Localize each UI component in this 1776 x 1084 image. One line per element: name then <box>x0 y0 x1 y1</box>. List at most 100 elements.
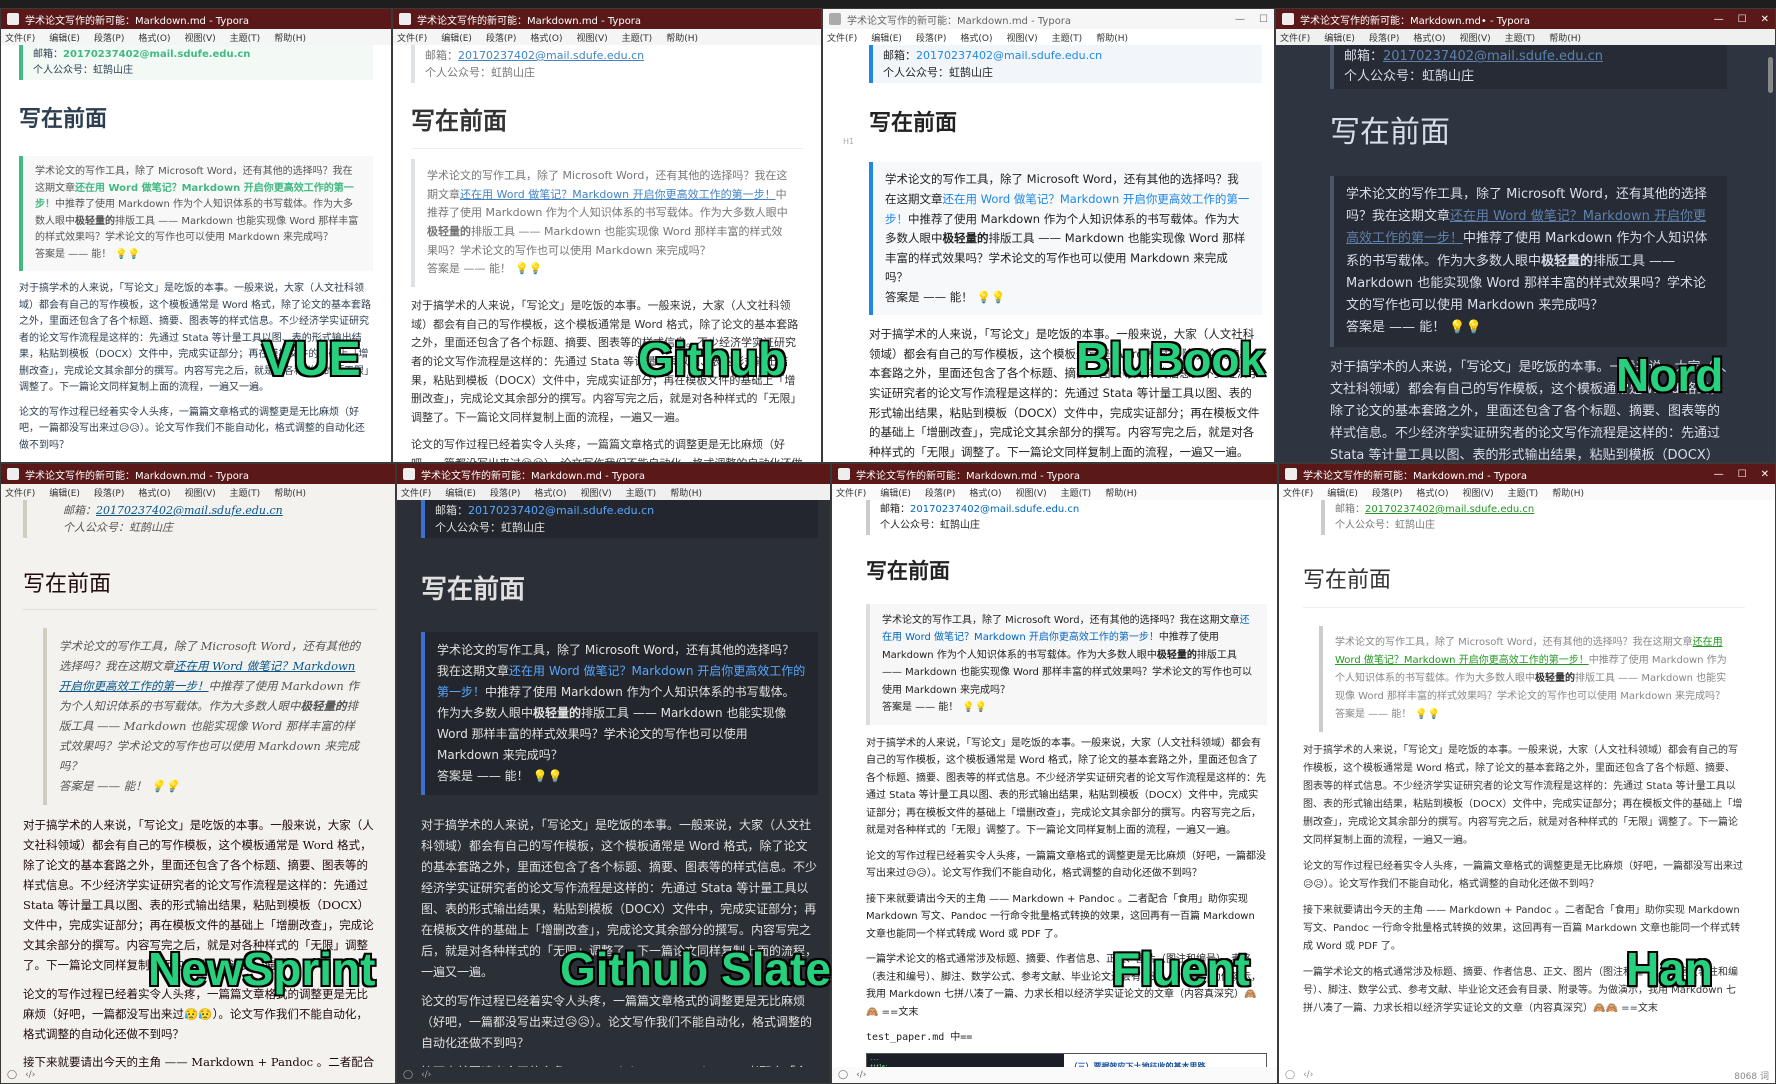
menu-format[interactable]: 格式(O) <box>1416 486 1448 499</box>
menu-view[interactable]: 视图(V) <box>1015 486 1046 499</box>
menu-paragraph[interactable]: 段落(P) <box>94 31 124 44</box>
menu-bar: 文件(F) 编辑(E) 段落(P) 格式(O) 视图(V) 主题(T) 帮助(H… <box>397 484 830 500</box>
menu-file[interactable]: 文件(F) <box>827 31 857 44</box>
menu-view[interactable]: 视图(V) <box>576 31 607 44</box>
editor-content[interactable]: 邮箱：20170237402@mail.sdufe.edu.cn 个人公众号：虹… <box>397 500 830 1083</box>
editor-content[interactable]: 邮箱：20170237402@mail.sdufe.edu.cn 个人公众号：虹… <box>823 45 1274 462</box>
bulb-icons: 💡💡 <box>515 262 543 276</box>
menu-view[interactable]: 视图(V) <box>580 486 611 499</box>
editor-content[interactable]: 邮箱：20170237402@mail.sdufe.edu.cn 个人公众号：虹… <box>1 45 391 462</box>
paragraph-2: 论文的写作过程已经着实令人头疼，一篇篇文章格式的调整更是无比麻烦（好吧，一篇都没… <box>866 850 1266 880</box>
menu-file[interactable]: 文件(F) <box>1280 31 1310 44</box>
email-link[interactable]: 20170237402@mail.sdufe.edu.cn <box>916 49 1102 62</box>
editor-content[interactable]: 邮箱：20170237402@mail.sdufe.edu.cn 个人公众号：虹… <box>1279 500 1775 1083</box>
menu-file[interactable]: 文件(F) <box>397 31 427 44</box>
menu-format[interactable]: 格式(O) <box>534 486 566 499</box>
menu-file[interactable]: 文件(F) <box>5 31 35 44</box>
menu-edit[interactable]: 编辑(E) <box>871 31 902 44</box>
word-count[interactable]: 8068 词 <box>1734 1069 1769 1082</box>
email-link[interactable]: 20170237402@mail.sdufe.edu.cn <box>468 504 654 517</box>
menu-paragraph[interactable]: 段落(P) <box>916 31 946 44</box>
menu-help[interactable]: 帮助(H) <box>274 31 306 44</box>
minimize-icon[interactable]: — <box>1714 469 1724 480</box>
sidebar-toggle-icon[interactable]: ◯ <box>7 1070 17 1080</box>
maximize-icon[interactable]: ☐ <box>1259 14 1268 25</box>
menu-view[interactable]: 视图(V) <box>1006 31 1037 44</box>
paragraph-1: 对于搞学术的人来说，「写论文」是吃饭的本事。一般来说，大家（人文社科领域）都会有… <box>1303 744 1743 846</box>
email-link[interactable]: 20170237402@mail.sdufe.edu.cn <box>96 504 283 517</box>
bulb-icons: 💡💡 <box>532 768 563 783</box>
menu-paragraph[interactable]: 段落(P) <box>1372 486 1402 499</box>
menu-theme[interactable]: 主题(T) <box>230 486 261 499</box>
menu-edit[interactable]: 编辑(E) <box>1324 31 1355 44</box>
menu-theme[interactable]: 主题(T) <box>230 31 261 44</box>
menu-edit[interactable]: 编辑(E) <box>441 31 472 44</box>
editor-content[interactable]: 邮箱：20170237402@mail.sdufe.edu.cn 个人公众号：虹… <box>1 500 395 1083</box>
menu-theme[interactable]: 主题(T) <box>626 486 657 499</box>
editor-content[interactable]: 邮箱：20170237402@mail.sdufe.edu.cn 个人公众号：虹… <box>832 500 1277 1083</box>
menu-bar: 文件(F) 编辑(E) 段落(P) 格式(O) 视图(V) 主题(T) 帮助(H… <box>1279 484 1775 500</box>
menu-format[interactable]: 格式(O) <box>138 486 170 499</box>
menu-paragraph[interactable]: 段落(P) <box>1369 31 1399 44</box>
menu-theme[interactable]: 主题(T) <box>622 31 653 44</box>
menu-help[interactable]: 帮助(H) <box>1105 486 1137 499</box>
menu-help[interactable]: 帮助(H) <box>666 31 698 44</box>
source-mode-icon[interactable]: ‹/› <box>421 1070 431 1080</box>
menu-paragraph[interactable]: 段落(P) <box>94 486 124 499</box>
menu-view[interactable]: 视图(V) <box>1459 31 1490 44</box>
theme-label-newsprint: NewSprint <box>147 943 376 995</box>
sidebar-toggle-icon[interactable]: ◯ <box>1285 1070 1295 1080</box>
menu-paragraph[interactable]: 段落(P) <box>486 31 516 44</box>
menu-file[interactable]: 文件(F) <box>836 486 866 499</box>
menu-edit[interactable]: 编辑(E) <box>49 486 80 499</box>
menu-file[interactable]: 文件(F) <box>5 486 35 499</box>
menu-edit[interactable]: 编辑(E) <box>445 486 476 499</box>
email-link[interactable]: 20170237402@mail.sdufe.edu.cn <box>910 504 1079 515</box>
menu-format[interactable]: 格式(O) <box>1413 31 1445 44</box>
email-link[interactable]: 20170237402@mail.sdufe.edu.cn <box>1365 504 1534 515</box>
close-icon[interactable]: ✕ <box>1761 14 1769 25</box>
source-mode-icon[interactable]: ‹/› <box>1303 1070 1313 1080</box>
menu-help[interactable]: 帮助(H) <box>670 486 702 499</box>
source-mode-icon[interactable]: ‹/› <box>856 1070 866 1080</box>
menu-theme[interactable]: 主题(T) <box>1508 486 1539 499</box>
menu-paragraph[interactable]: 段落(P) <box>490 486 520 499</box>
minimize-icon[interactable]: — <box>1714 14 1724 25</box>
maximize-icon[interactable]: ☐ <box>1738 469 1747 480</box>
menu-help[interactable]: 帮助(H) <box>1096 31 1128 44</box>
menu-view[interactable]: 视图(V) <box>1462 486 1493 499</box>
menu-theme[interactable]: 主题(T) <box>1061 486 1092 499</box>
menu-format[interactable]: 格式(O) <box>138 31 170 44</box>
email-link[interactable]: 20170237402@mail.sdufe.edu.cn <box>63 49 250 60</box>
sidebar-toggle-icon[interactable]: ◯ <box>838 1070 848 1080</box>
close-icon[interactable]: ✕ <box>1761 469 1769 480</box>
maximize-icon[interactable]: ☐ <box>1738 14 1747 25</box>
menu-edit[interactable]: 编辑(E) <box>1327 486 1358 499</box>
minimize-icon[interactable]: — <box>1235 14 1245 25</box>
menu-theme[interactable]: 主题(T) <box>1052 31 1083 44</box>
menu-format[interactable]: 格式(O) <box>969 486 1001 499</box>
menu-file[interactable]: 文件(F) <box>401 486 431 499</box>
menu-format[interactable]: 格式(O) <box>530 31 562 44</box>
menu-paragraph[interactable]: 段落(P) <box>925 486 955 499</box>
menu-edit[interactable]: 编辑(E) <box>49 31 80 44</box>
email-link[interactable]: 20170237402@mail.sdufe.edu.cn <box>458 49 644 62</box>
menu-view[interactable]: 视图(V) <box>184 31 215 44</box>
menu-format[interactable]: 格式(O) <box>960 31 992 44</box>
quote-link[interactable]: 还在用 Word 做笔记？Markdown 开启你更高效工作的第一步！ <box>460 188 776 201</box>
email-link[interactable]: 20170237402@mail.sdufe.edu.cn <box>1383 49 1603 64</box>
test-file-line: test_paper.md 中== <box>866 1032 973 1044</box>
menu-file[interactable]: 文件(F) <box>1283 486 1313 499</box>
heading: 写在前面 <box>411 101 803 149</box>
source-mode-icon[interactable]: ‹/› <box>25 1070 35 1080</box>
scrollbar[interactable] <box>1768 57 1773 93</box>
menu-view[interactable]: 视图(V) <box>184 486 215 499</box>
sidebar-toggle-icon[interactable]: ◯ <box>403 1070 413 1080</box>
quote-bold: 极轻量的 <box>427 224 471 238</box>
menu-help[interactable]: 帮助(H) <box>274 486 306 499</box>
menu-help[interactable]: 帮助(H) <box>1549 31 1581 44</box>
menu-edit[interactable]: 编辑(E) <box>880 486 911 499</box>
menu-help[interactable]: 帮助(H) <box>1552 486 1584 499</box>
menu-theme[interactable]: 主题(T) <box>1505 31 1536 44</box>
editor-content[interactable]: 邮箱：20170237402@mail.sdufe.edu.cn 个人公众号：虹… <box>393 45 821 462</box>
